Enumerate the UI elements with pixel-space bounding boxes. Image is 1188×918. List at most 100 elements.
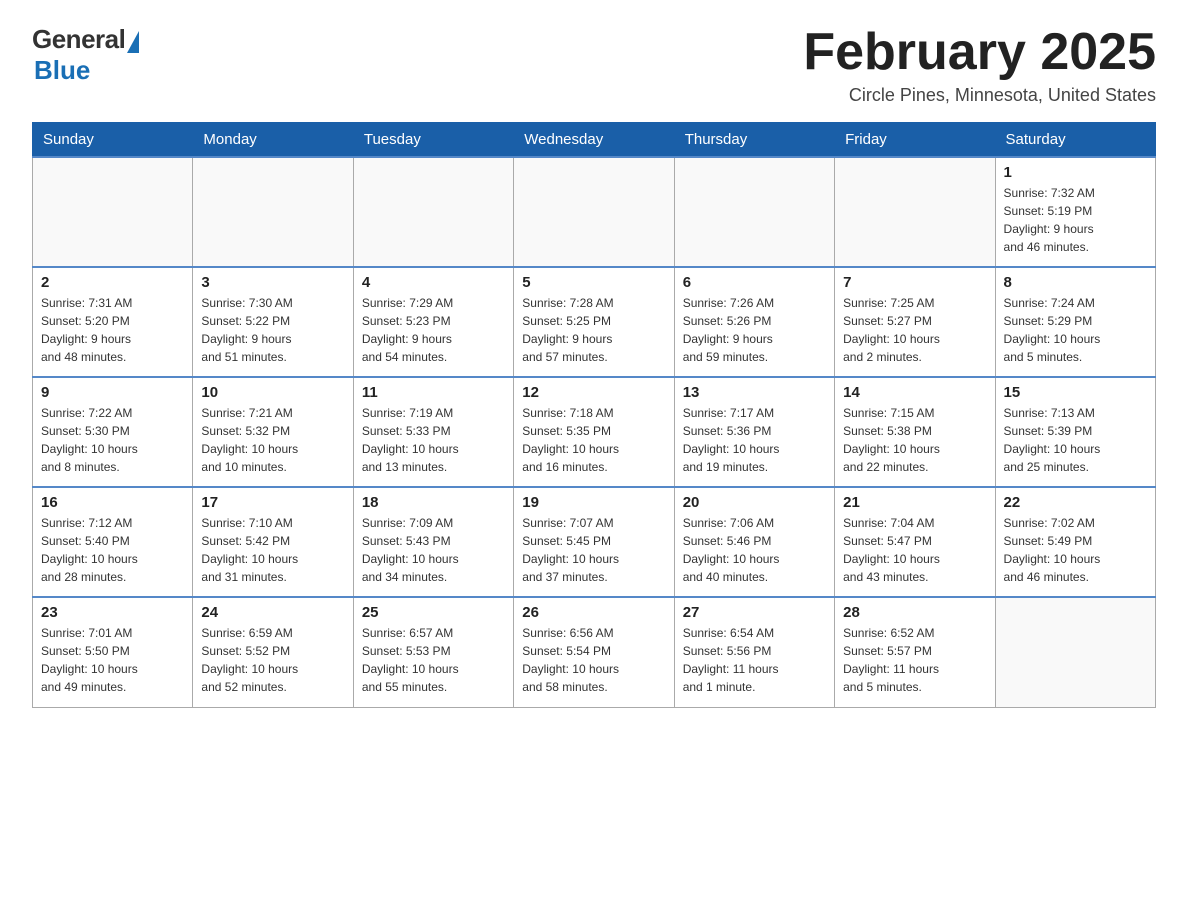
day-info: Sunrise: 7:25 AMSunset: 5:27 PMDaylight:…	[843, 294, 986, 366]
table-row: 5 Sunrise: 7:28 AMSunset: 5:25 PMDaylight…	[514, 267, 674, 377]
day-number: 16	[41, 494, 184, 511]
day-info: Sunrise: 6:54 AMSunset: 5:56 PMDaylight:…	[683, 624, 826, 696]
table-row: 22 Sunrise: 7:02 AMSunset: 5:49 PMDayligh…	[995, 487, 1155, 597]
location-text: Circle Pines, Minnesota, United States	[803, 85, 1156, 106]
table-row: 19 Sunrise: 7:07 AMSunset: 5:45 PMDayligh…	[514, 487, 674, 597]
header-thursday: Thursday	[674, 123, 834, 158]
logo-blue-text: Blue	[34, 55, 90, 86]
table-row: 17 Sunrise: 7:10 AMSunset: 5:42 PMDayligh…	[193, 487, 353, 597]
table-row: 15 Sunrise: 7:13 AMSunset: 5:39 PMDayligh…	[995, 377, 1155, 487]
day-number: 1	[1004, 164, 1147, 181]
table-row: 4 Sunrise: 7:29 AMSunset: 5:23 PMDaylight…	[353, 267, 513, 377]
header-tuesday: Tuesday	[353, 123, 513, 158]
day-number: 7	[843, 274, 986, 291]
table-row: 13 Sunrise: 7:17 AMSunset: 5:36 PMDayligh…	[674, 377, 834, 487]
day-info: Sunrise: 7:21 AMSunset: 5:32 PMDaylight:…	[201, 404, 344, 476]
table-row: 28 Sunrise: 6:52 AMSunset: 5:57 PMDayligh…	[835, 597, 995, 707]
day-number: 19	[522, 494, 665, 511]
day-number: 28	[843, 604, 986, 621]
day-info: Sunrise: 7:04 AMSunset: 5:47 PMDaylight:…	[843, 514, 986, 586]
calendar-week-row: 16Sunrise: 7:12 AMSunset: 5:40 PMDayligh…	[33, 487, 1156, 597]
day-info: Sunrise: 7:28 AMSunset: 5:25 PMDaylight:…	[522, 294, 665, 366]
day-number: 11	[362, 384, 505, 401]
day-info: Sunrise: 7:19 AMSunset: 5:33 PMDaylight:…	[362, 404, 505, 476]
table-row: 6 Sunrise: 7:26 AMSunset: 5:26 PMDaylight…	[674, 267, 834, 377]
day-number: 8	[1004, 274, 1147, 291]
day-number: 5	[522, 274, 665, 291]
header-wednesday: Wednesday	[514, 123, 674, 158]
day-number: 22	[1004, 494, 1147, 511]
day-info: Sunrise: 7:13 AMSunset: 5:39 PMDaylight:…	[1004, 404, 1147, 476]
day-info: Sunrise: 7:22 AMSunset: 5:30 PMDaylight:…	[41, 404, 184, 476]
table-row	[514, 157, 674, 267]
table-row: 23Sunrise: 7:01 AMSunset: 5:50 PMDayligh…	[33, 597, 193, 707]
day-number: 24	[201, 604, 344, 621]
day-info: Sunrise: 7:32 AMSunset: 5:19 PMDaylight:…	[1004, 184, 1147, 256]
day-number: 13	[683, 384, 826, 401]
day-info: Sunrise: 6:59 AMSunset: 5:52 PMDaylight:…	[201, 624, 344, 696]
table-row: 1 Sunrise: 7:32 AMSunset: 5:19 PMDaylight…	[995, 157, 1155, 267]
day-number: 18	[362, 494, 505, 511]
day-number: 15	[1004, 384, 1147, 401]
day-info: Sunrise: 7:29 AMSunset: 5:23 PMDaylight:…	[362, 294, 505, 366]
table-row: 12 Sunrise: 7:18 AMSunset: 5:35 PMDayligh…	[514, 377, 674, 487]
table-row	[995, 597, 1155, 707]
table-row: 26 Sunrise: 6:56 AMSunset: 5:54 PMDayligh…	[514, 597, 674, 707]
day-info: Sunrise: 7:09 AMSunset: 5:43 PMDaylight:…	[362, 514, 505, 586]
day-info: Sunrise: 7:06 AMSunset: 5:46 PMDaylight:…	[683, 514, 826, 586]
calendar-week-row: 1 Sunrise: 7:32 AMSunset: 5:19 PMDaylight…	[33, 157, 1156, 267]
day-number: 27	[683, 604, 826, 621]
title-block: February 2025 Circle Pines, Minnesota, U…	[803, 24, 1156, 106]
day-info: Sunrise: 7:17 AMSunset: 5:36 PMDaylight:…	[683, 404, 826, 476]
table-row	[33, 157, 193, 267]
table-row: 16Sunrise: 7:12 AMSunset: 5:40 PMDayligh…	[33, 487, 193, 597]
day-number: 3	[201, 274, 344, 291]
day-info: Sunrise: 7:02 AMSunset: 5:49 PMDaylight:…	[1004, 514, 1147, 586]
calendar-header-row: Sunday Monday Tuesday Wednesday Thursday…	[33, 123, 1156, 158]
day-number: 10	[201, 384, 344, 401]
day-number: 21	[843, 494, 986, 511]
header-friday: Friday	[835, 123, 995, 158]
day-number: 6	[683, 274, 826, 291]
day-number: 26	[522, 604, 665, 621]
day-info: Sunrise: 6:52 AMSunset: 5:57 PMDaylight:…	[843, 624, 986, 696]
day-number: 14	[843, 384, 986, 401]
header-saturday: Saturday	[995, 123, 1155, 158]
calendar-week-row: 2 Sunrise: 7:31 AMSunset: 5:20 PMDaylight…	[33, 267, 1156, 377]
calendar-week-row: 23Sunrise: 7:01 AMSunset: 5:50 PMDayligh…	[33, 597, 1156, 707]
page-header: General Blue February 2025 Circle Pines,…	[32, 24, 1156, 106]
table-row: 9 Sunrise: 7:22 AMSunset: 5:30 PMDaylight…	[33, 377, 193, 487]
day-number: 4	[362, 274, 505, 291]
day-number: 2	[41, 274, 184, 291]
day-number: 23	[41, 604, 184, 621]
day-info: Sunrise: 7:24 AMSunset: 5:29 PMDaylight:…	[1004, 294, 1147, 366]
day-info: Sunrise: 6:56 AMSunset: 5:54 PMDaylight:…	[522, 624, 665, 696]
logo-triangle-icon	[127, 31, 139, 53]
table-row	[674, 157, 834, 267]
day-number: 20	[683, 494, 826, 511]
day-number: 9	[41, 384, 184, 401]
table-row: 18 Sunrise: 7:09 AMSunset: 5:43 PMDayligh…	[353, 487, 513, 597]
day-number: 25	[362, 604, 505, 621]
day-info: Sunrise: 7:31 AMSunset: 5:20 PMDaylight:…	[41, 294, 184, 366]
logo-general-text: General	[32, 24, 125, 55]
day-info: Sunrise: 7:26 AMSunset: 5:26 PMDaylight:…	[683, 294, 826, 366]
day-number: 17	[201, 494, 344, 511]
table-row: 2 Sunrise: 7:31 AMSunset: 5:20 PMDaylight…	[33, 267, 193, 377]
day-info: Sunrise: 7:18 AMSunset: 5:35 PMDaylight:…	[522, 404, 665, 476]
table-row: 14Sunrise: 7:15 AMSunset: 5:38 PMDayligh…	[835, 377, 995, 487]
day-number: 12	[522, 384, 665, 401]
table-row: 10 Sunrise: 7:21 AMSunset: 5:32 PMDayligh…	[193, 377, 353, 487]
table-row: 24 Sunrise: 6:59 AMSunset: 5:52 PMDayligh…	[193, 597, 353, 707]
calendar-table: Sunday Monday Tuesday Wednesday Thursday…	[32, 122, 1156, 708]
table-row: 7 Sunrise: 7:25 AMSunset: 5:27 PMDaylight…	[835, 267, 995, 377]
day-info: Sunrise: 7:10 AMSunset: 5:42 PMDaylight:…	[201, 514, 344, 586]
header-monday: Monday	[193, 123, 353, 158]
table-row: 3Sunrise: 7:30 AMSunset: 5:22 PMDaylight…	[193, 267, 353, 377]
header-sunday: Sunday	[33, 123, 193, 158]
table-row: 21 Sunrise: 7:04 AMSunset: 5:47 PMDayligh…	[835, 487, 995, 597]
table-row: 25Sunrise: 6:57 AMSunset: 5:53 PMDayligh…	[353, 597, 513, 707]
table-row: 27 Sunrise: 6:54 AMSunset: 5:56 PMDayligh…	[674, 597, 834, 707]
day-info: Sunrise: 7:07 AMSunset: 5:45 PMDaylight:…	[522, 514, 665, 586]
table-row: 8 Sunrise: 7:24 AMSunset: 5:29 PMDaylight…	[995, 267, 1155, 377]
